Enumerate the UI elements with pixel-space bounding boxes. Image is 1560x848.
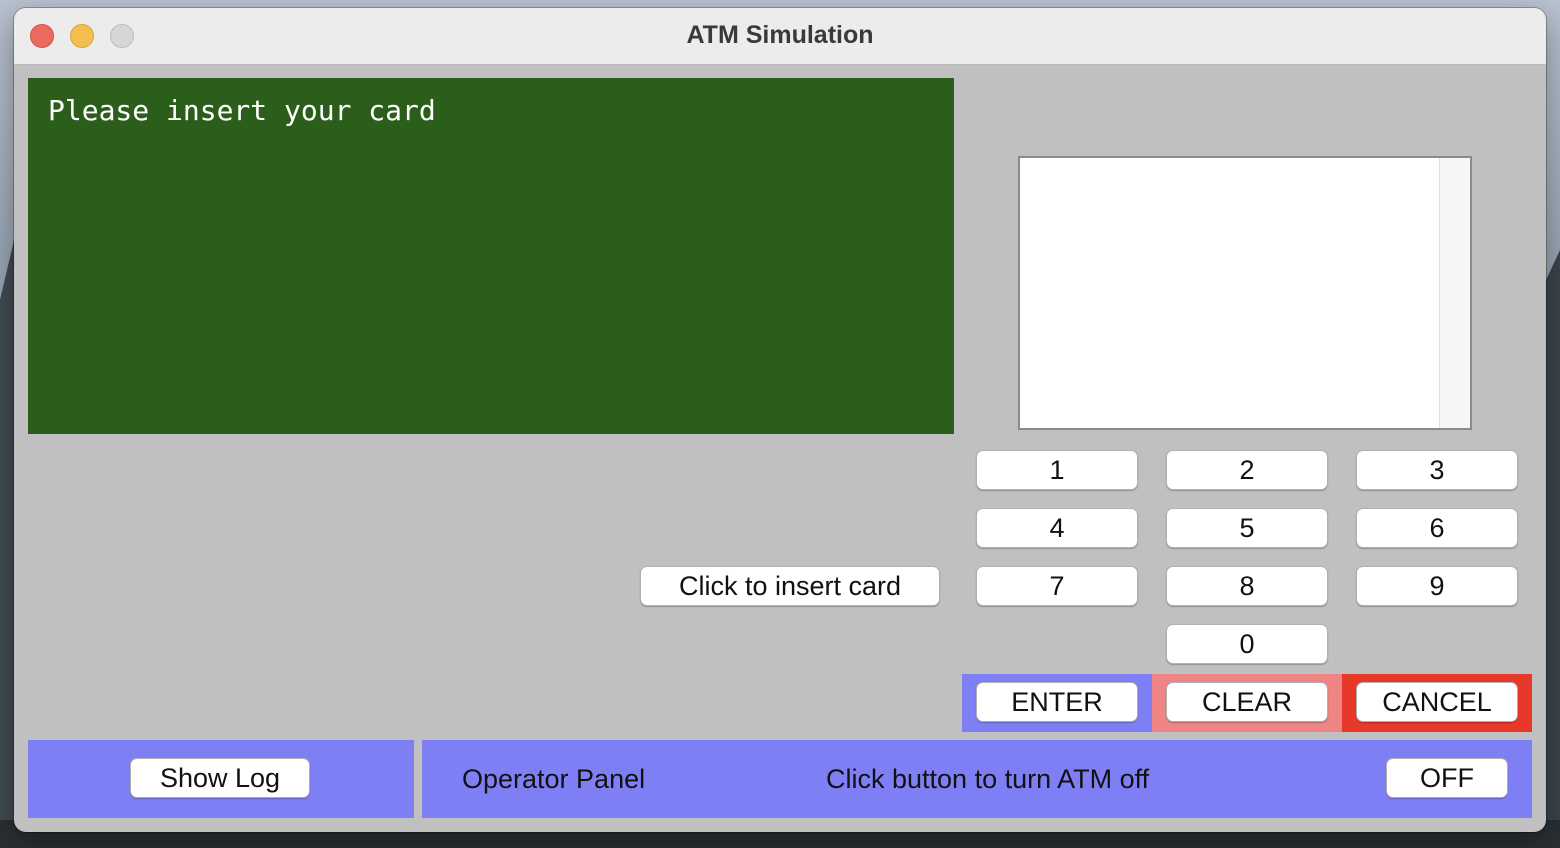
keypad-key-3[interactable]: 3	[1356, 450, 1518, 490]
title-bar: ATM Simulation	[14, 8, 1546, 65]
clear-button[interactable]: CLEAR	[1166, 682, 1328, 722]
keypad-key-5[interactable]: 5	[1166, 508, 1328, 548]
receipt-scrollbar[interactable]	[1439, 158, 1470, 428]
cancel-button[interactable]: CANCEL	[1356, 682, 1518, 722]
insert-card-button[interactable]: Click to insert card	[640, 566, 940, 606]
operator-panel-label: Operator Panel	[462, 764, 646, 794]
keypad-key-7[interactable]: 7	[976, 566, 1138, 606]
keypad-key-6[interactable]: 6	[1356, 508, 1518, 548]
keypad-key-2[interactable]: 2	[1166, 450, 1328, 490]
keypad-key-0[interactable]: 0	[1166, 624, 1328, 664]
atm-window: ATM Simulation Please insert your card 1…	[14, 8, 1546, 832]
operator-status-text: Click button to turn ATM off	[826, 764, 1150, 794]
show-log-button[interactable]: Show Log	[130, 758, 310, 798]
receipt-printer-area	[1018, 156, 1472, 430]
atm-display: Please insert your card	[28, 78, 954, 434]
keypad-key-9[interactable]: 9	[1356, 566, 1518, 606]
enter-button[interactable]: ENTER	[976, 682, 1138, 722]
keypad-key-1[interactable]: 1	[976, 450, 1138, 490]
power-off-button[interactable]: OFF	[1386, 758, 1508, 798]
keypad-key-4[interactable]: 4	[976, 508, 1138, 548]
window-title: ATM Simulation	[686, 21, 874, 49]
keypad-key-8[interactable]: 8	[1166, 566, 1328, 606]
display-message: Please insert your card	[48, 94, 436, 127]
